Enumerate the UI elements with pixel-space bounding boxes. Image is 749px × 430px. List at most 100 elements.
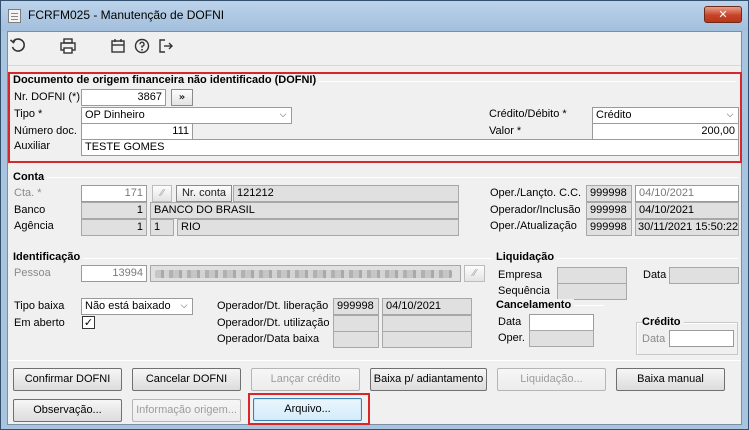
- dt-utilizacao-date-field: [382, 315, 472, 332]
- numero-doc-label: Número doc.: [14, 125, 77, 137]
- liq-sequencia-label: Sequência: [498, 285, 550, 297]
- em-aberto-checkbox[interactable]: ✓: [82, 316, 95, 329]
- oper-inclusao-label: Operador/Inclusão: [490, 204, 581, 216]
- dt-liberacao-op-field: 999998: [333, 298, 379, 315]
- app-icon: [8, 9, 21, 23]
- auxiliar-input[interactable]: TESTE GOMES: [81, 139, 739, 156]
- calendar-icon[interactable]: [108, 36, 128, 56]
- agencia-label: Agência: [14, 220, 54, 232]
- canc-data-input[interactable]: [529, 314, 594, 331]
- cta-input[interactable]: 171: [81, 185, 147, 202]
- identificacao-section-title: Identificação: [13, 251, 84, 264]
- data-baixa-date-field: [382, 331, 472, 348]
- oper-lancto-date-field: 04/10/2021: [635, 185, 739, 202]
- tipo-baixa-value: Não está baixado: [85, 300, 171, 312]
- nr-conta-button[interactable]: Nr. conta: [176, 185, 232, 202]
- tipo-value: OP Dinheiro: [85, 109, 145, 121]
- credito-debito-value: Crédito: [596, 109, 632, 121]
- oper-inclusao-op-field: 999998: [586, 202, 632, 219]
- oper-atualizacao-date-field: 30/11/2021 15:50:22: [635, 219, 739, 236]
- print-icon[interactable]: [58, 36, 78, 56]
- pessoa-input[interactable]: 13994: [81, 265, 147, 282]
- canc-data-label: Data: [498, 316, 522, 328]
- dt-liberacao-label: Operador/Dt. liberação: [217, 300, 329, 312]
- buttons-separator: [8, 360, 741, 361]
- oper-lancto-op-field: 999998: [586, 185, 632, 202]
- numero-doc-input[interactable]: 111: [81, 123, 193, 140]
- tipo-baixa-select[interactable]: Não está baixado ⌵: [81, 298, 193, 315]
- nr-dofni-search-button[interactable]: »: [171, 89, 193, 106]
- nr-dofni-label: Nr. DOFNI (*): [14, 91, 80, 103]
- confirmar-dofni-button[interactable]: Confirmar DOFNI: [13, 368, 122, 391]
- baixa-manual-button[interactable]: Baixa manual: [616, 368, 725, 391]
- dt-liberacao-date-field: 04/10/2021: [382, 298, 472, 315]
- pessoa-label: Pessoa: [14, 267, 51, 279]
- arquivo-button[interactable]: Arquivo...: [253, 398, 362, 421]
- identificacao-section-line: [16, 258, 492, 259]
- em-aberto-label: Em aberto: [14, 317, 65, 329]
- agencia-code-field: 1: [81, 219, 147, 236]
- data-baixa-label: Operador/Data baixa: [217, 333, 320, 345]
- conta-section-line: [16, 177, 738, 178]
- credito-data-input[interactable]: [669, 330, 734, 347]
- agencia-digit-field: 1: [150, 219, 174, 236]
- credito-section-title: Crédito: [642, 316, 684, 329]
- oper-atualizacao-label: Oper./Atualização: [490, 220, 577, 232]
- cta-lookup-button[interactable]: ⁄⁄: [152, 185, 172, 202]
- liquidacao-button[interactable]: Liquidação...: [497, 368, 606, 391]
- banco-name-field: BANCO DO BRASIL: [150, 202, 459, 219]
- help-icon[interactable]: [132, 36, 152, 56]
- tipo-baixa-label: Tipo baixa: [14, 300, 65, 312]
- baixa-adiantamento-button[interactable]: Baixa p/ adiantamento: [370, 368, 487, 391]
- dt-utilizacao-op-field: [333, 315, 379, 332]
- tipo-select[interactable]: OP Dinheiro ⌵: [81, 107, 292, 124]
- observacao-button[interactable]: Observação...: [13, 399, 122, 422]
- nr-conta-field: 121212: [233, 185, 459, 202]
- title-bar[interactable]: FCRFM025 - Manutenção de DOFNI ✕: [1, 1, 748, 31]
- canc-oper-label: Oper.: [498, 332, 525, 344]
- chevron-down-icon: ⌵: [726, 110, 734, 120]
- valor-label: Valor *: [489, 125, 522, 137]
- informacao-origem-button[interactable]: Informação origem...: [132, 399, 241, 422]
- liq-sequencia-field: [557, 283, 627, 300]
- cancelamento-section-title: Cancelamento: [496, 299, 575, 312]
- lancar-credito-button[interactable]: Lançar crédito: [251, 368, 360, 391]
- conta-section-title: Conta: [13, 171, 48, 184]
- valor-input[interactable]: 200,00: [592, 123, 739, 140]
- canc-oper-field: [529, 330, 594, 347]
- banco-code-field: 1: [81, 202, 147, 219]
- oper-lancto-label: Oper./Lançto. C.C.: [490, 187, 582, 199]
- cancelar-dofni-button[interactable]: Cancelar DOFNI: [132, 368, 241, 391]
- oper-atualizacao-op-field: 999998: [586, 219, 632, 236]
- data-baixa-op-field: [333, 331, 379, 348]
- dt-utilizacao-label: Operador/Dt. utilização: [217, 317, 330, 329]
- dofni-section-title: Documento de origem financeira não ident…: [13, 74, 320, 87]
- pessoa-name-field: [150, 265, 461, 282]
- chevron-down-icon: ⌵: [180, 301, 188, 311]
- app-window: FCRFM025 - Manutenção de DOFNI ✕ Documen…: [0, 0, 749, 430]
- auxiliar-label: Auxiliar: [14, 140, 51, 152]
- cta-label: Cta. *: [14, 187, 42, 199]
- exit-icon[interactable]: [156, 36, 176, 56]
- client-area: Documento de origem financeira não ident…: [7, 31, 742, 425]
- chevron-down-icon: ⌵: [279, 110, 287, 120]
- window-title: FCRFM025 - Manutenção de DOFNI: [28, 8, 225, 22]
- credito-debito-select[interactable]: Crédito ⌵: [592, 107, 739, 124]
- close-button[interactable]: ✕: [704, 6, 742, 23]
- liq-empresa-field: [557, 267, 627, 284]
- liq-data-label: Data: [643, 269, 667, 281]
- liq-empresa-label: Empresa: [498, 269, 543, 281]
- banco-label: Banco: [14, 204, 46, 216]
- liquidacao-section-title: Liquidação: [496, 251, 558, 264]
- agencia-name-field: RIO: [177, 219, 459, 236]
- oper-inclusao-date-field: 04/10/2021: [635, 202, 739, 219]
- nr-dofni-input[interactable]: 3867: [81, 89, 166, 106]
- toolbar-separator: [8, 65, 741, 66]
- pessoa-lookup-button[interactable]: ⁄⁄: [464, 265, 485, 282]
- credito-data-label: Data: [642, 333, 666, 345]
- credito-debito-label: Crédito/Débito *: [489, 108, 567, 120]
- redacted-name: [155, 270, 452, 278]
- undo-icon[interactable]: [8, 36, 28, 56]
- tipo-label: Tipo *: [14, 108, 43, 120]
- liq-data-field: [669, 267, 739, 284]
